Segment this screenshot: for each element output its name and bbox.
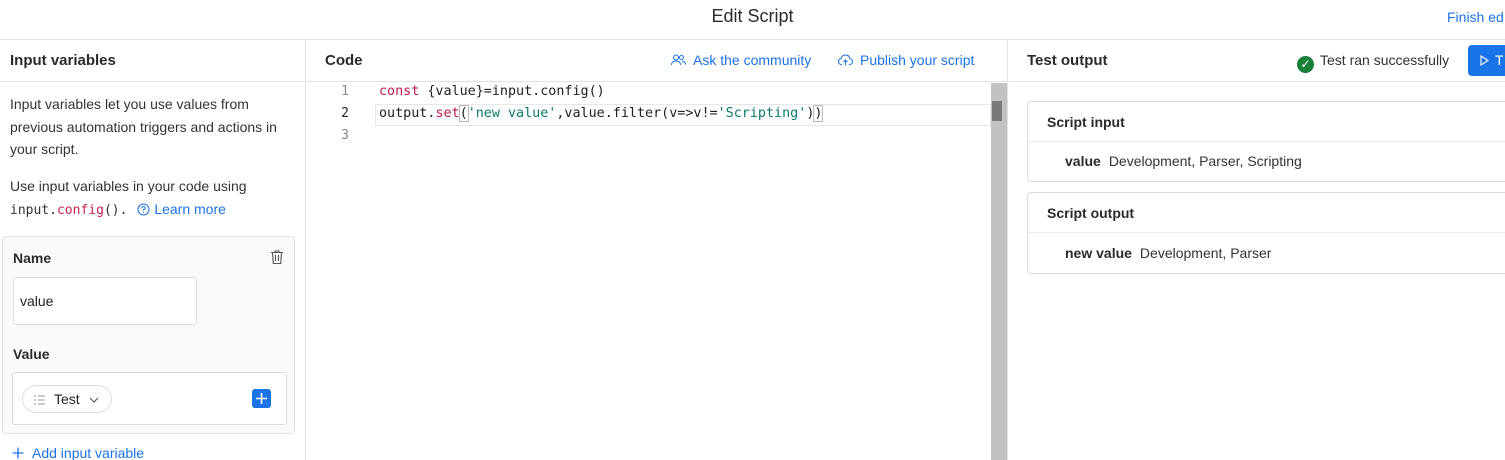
- function-token: set: [435, 106, 460, 121]
- variable-name-input[interactable]: [13, 277, 197, 325]
- name-label: Name: [13, 250, 52, 266]
- list-icon: [34, 395, 45, 405]
- code-line-1[interactable]: const {value}=input.config(): [379, 84, 605, 99]
- code-title: Code: [325, 52, 363, 69]
- run-test-button[interactable]: T: [1468, 45, 1505, 76]
- learn-more-label: Learn more: [154, 200, 226, 217]
- line-number: 1: [341, 84, 349, 99]
- script-input-row: value Development, Parser, Scripting: [1065, 153, 1302, 169]
- usage-prefix: Use input variables in your code using: [10, 178, 247, 194]
- code-panel: Code Ask the community Publish your scri…: [307, 40, 1008, 460]
- input-variables-description: Input variables let you use values from …: [10, 96, 277, 157]
- learn-more-link[interactable]: Learn more: [137, 201, 226, 217]
- string-token: 'Scripting': [717, 106, 807, 121]
- input-variables-panel: Input variables Input variables let you …: [0, 40, 306, 460]
- script-output-key: new value: [1065, 245, 1132, 261]
- usage-code-fn: config: [56, 202, 104, 218]
- test-output-header: Test output ✓ Test ran successfully T: [1009, 40, 1505, 82]
- input-variables-header: Input variables: [0, 40, 305, 82]
- script-output-value: Development, Parser: [1139, 245, 1272, 261]
- publish-script-label: Publish your script: [860, 52, 975, 68]
- editor-scrollbar[interactable]: [991, 83, 1007, 460]
- check-circle-icon: ✓: [1297, 56, 1314, 73]
- value-token-label: Test: [54, 391, 80, 407]
- test-output-panel: Test output ✓ Test ran successfully T Scr…: [1009, 40, 1505, 460]
- usage-code: input.config().: [10, 203, 127, 218]
- plus-icon: [256, 393, 267, 404]
- help-circle-icon: [137, 203, 150, 215]
- script-input-title: Script input: [1047, 114, 1125, 130]
- input-variables-title: Input variables: [10, 52, 116, 69]
- bracket-token: (: [458, 105, 469, 122]
- input-variable-card: Name Value Test: [2, 236, 295, 434]
- script-output-row: new value Development, Parser: [1065, 245, 1271, 261]
- chevron-down-icon: [89, 397, 99, 403]
- top-bar: Edit Script Finish ed: [0, 0, 1505, 40]
- cloud-upload-icon: [837, 54, 854, 66]
- play-icon: [1480, 54, 1490, 67]
- editor-scroll-thumb[interactable]: [992, 101, 1002, 121]
- insert-token-button[interactable]: [252, 389, 271, 408]
- ask-community-button[interactable]: Ask the community: [671, 52, 811, 68]
- string-token: 'new value': [467, 106, 557, 121]
- script-input-header[interactable]: Script input: [1028, 102, 1505, 142]
- run-test-label: T: [1495, 52, 1504, 68]
- test-status-label: Test ran successfully: [1320, 52, 1450, 68]
- code-line-2[interactable]: output.set('new value',value.filter(v=>v…: [379, 105, 824, 122]
- line-number: 3: [341, 128, 349, 143]
- value-token-pill[interactable]: Test: [22, 385, 112, 413]
- code-editor[interactable]: 1 2 3 const {value}=input.config() outpu…: [307, 83, 1008, 460]
- code-token: output.: [379, 106, 436, 121]
- usage-code-obj: input.: [10, 202, 57, 218]
- script-output-card: Script output new value Development, Pars…: [1027, 192, 1505, 274]
- trash-icon[interactable]: [270, 249, 284, 265]
- page-title: Edit Script: [711, 6, 794, 26]
- plus-icon: [12, 447, 24, 459]
- community-icon: [671, 54, 686, 66]
- input-variables-usage: Use input variables in your code using i…: [10, 175, 290, 222]
- line-number: 2: [341, 106, 349, 121]
- value-label: Value: [13, 346, 50, 362]
- test-output-title: Test output: [1027, 52, 1108, 69]
- code-token: {value}=input.config(): [419, 84, 605, 99]
- script-input-key: value: [1065, 153, 1101, 169]
- add-input-variable-button[interactable]: Add input variable: [12, 445, 144, 460]
- script-output-header[interactable]: Script output: [1028, 193, 1505, 233]
- code-token: ,value.filter(v=>v!=: [556, 106, 718, 121]
- code-header: Code Ask the community Publish your scri…: [307, 40, 1007, 82]
- variable-value-box[interactable]: Test: [12, 372, 287, 425]
- ask-community-label: Ask the community: [693, 52, 812, 68]
- bracket-token: ): [813, 105, 824, 122]
- publish-script-button[interactable]: Publish your script: [837, 52, 975, 68]
- script-input-value: Development, Parser, Scripting: [1108, 153, 1302, 169]
- test-status: ✓ Test ran successfully: [1297, 52, 1449, 73]
- script-output-title: Script output: [1047, 205, 1135, 221]
- add-input-variable-label: Add input variable: [32, 445, 145, 460]
- keyword-token: const: [379, 84, 420, 99]
- script-input-card: Script input value Development, Parser, S…: [1027, 101, 1505, 182]
- usage-code-suffix: ().: [103, 202, 128, 218]
- finish-editing-button[interactable]: Finish ed: [1447, 9, 1504, 25]
